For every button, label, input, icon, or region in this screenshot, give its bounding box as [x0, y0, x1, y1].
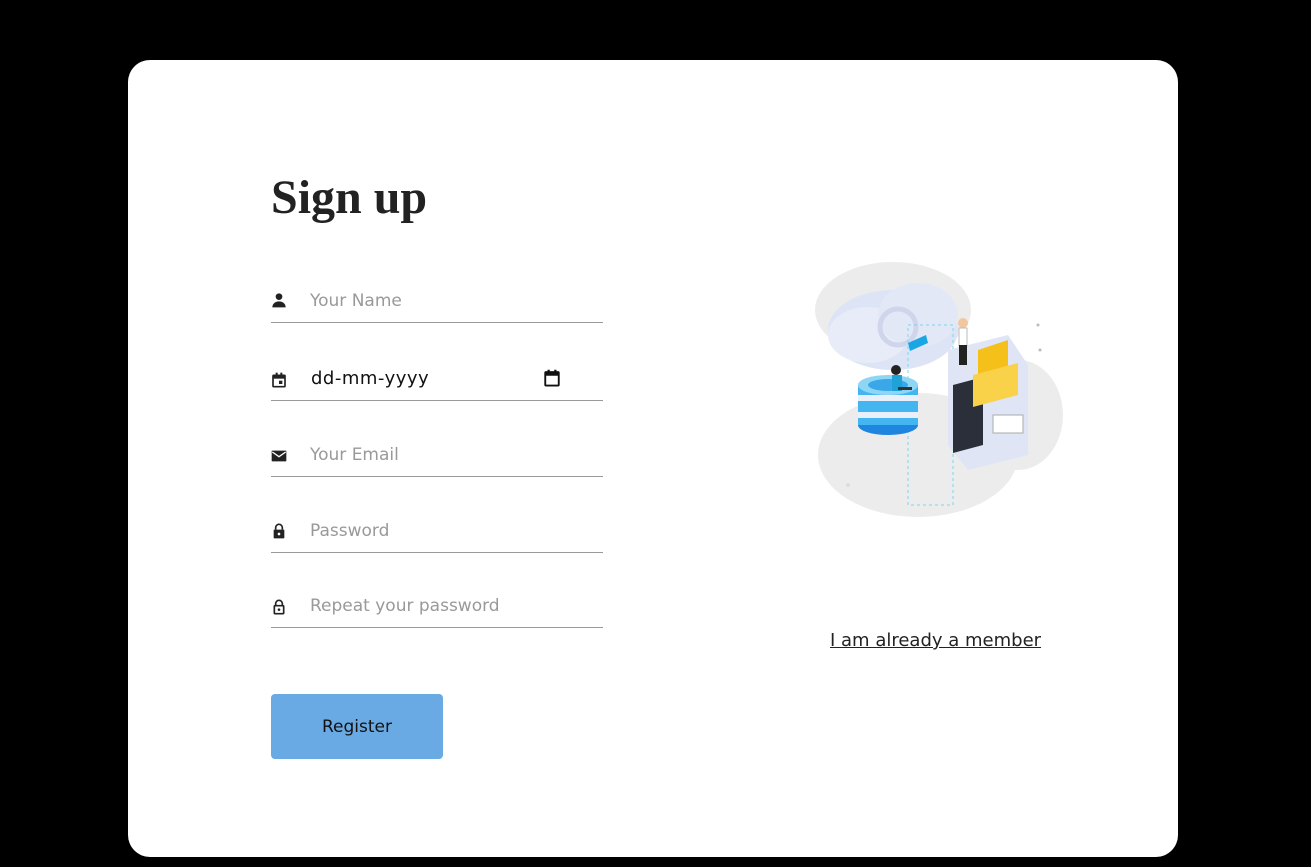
lock-outline-icon	[273, 599, 285, 615]
email-field	[271, 436, 603, 477]
calendar-icon	[272, 372, 286, 388]
name-field	[271, 282, 603, 323]
password-field	[271, 512, 603, 553]
calendar-picker-icon[interactable]	[543, 369, 561, 387]
person-icon	[272, 293, 286, 308]
signup-card: Sign up dd-mm-yyyy	[128, 60, 1178, 857]
register-button[interactable]: Register	[271, 694, 443, 759]
already-member-link[interactable]: I am already a member	[830, 630, 1041, 651]
repeat-password-input[interactable]	[310, 587, 595, 625]
birthdate-field: dd-mm-yyyy	[271, 360, 603, 401]
page-title: Sign up	[271, 171, 428, 224]
cloud-database-illustration	[815, 262, 1063, 517]
repeat-password-field	[271, 587, 603, 628]
email-input[interactable]	[310, 436, 595, 474]
password-input[interactable]	[310, 512, 595, 550]
email-icon	[271, 450, 287, 462]
name-input[interactable]	[310, 282, 595, 320]
birthdate-input[interactable]: dd-mm-yyyy	[311, 368, 429, 389]
lock-icon	[273, 523, 285, 539]
